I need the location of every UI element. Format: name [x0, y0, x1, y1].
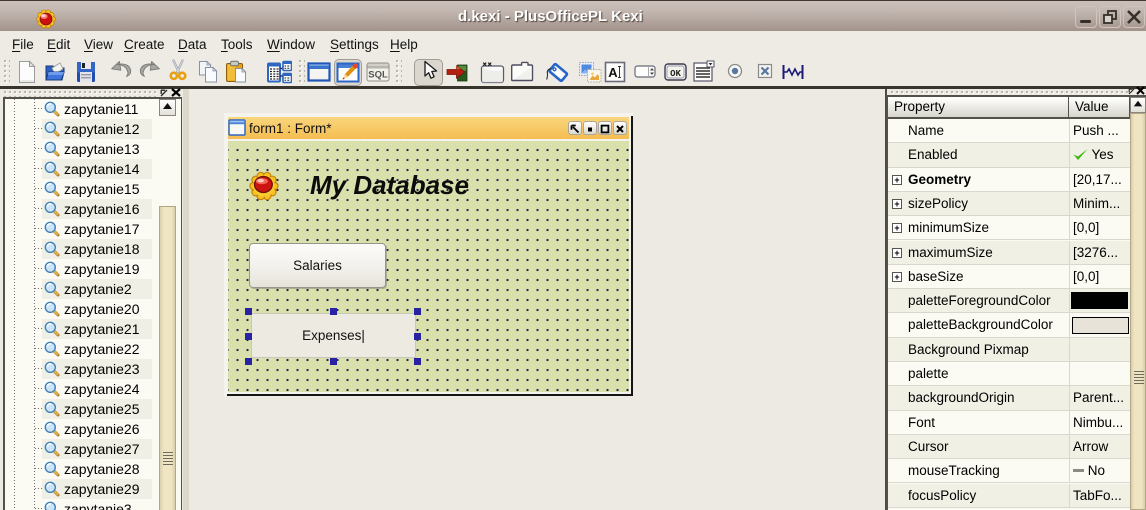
svg-text:OK: OK	[670, 69, 681, 79]
svg-text:SQL: SQL	[368, 70, 388, 81]
svg-text:A: A	[608, 65, 618, 80]
